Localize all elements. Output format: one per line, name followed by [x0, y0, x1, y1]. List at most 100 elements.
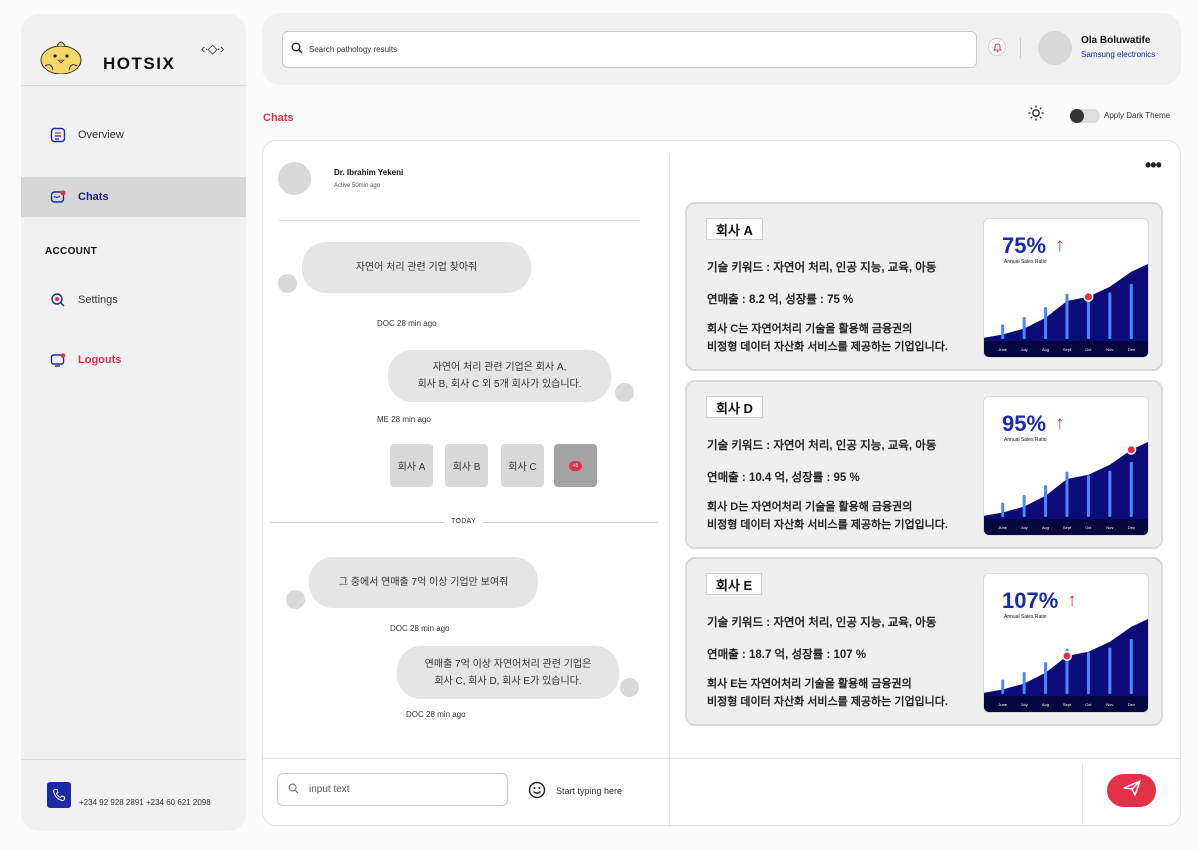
- message-avatar-dot: [286, 590, 305, 609]
- logo-row: HOTSIX ‹·◇·›: [21, 14, 246, 86]
- chart-month-label: July: [1021, 347, 1028, 352]
- chart-month-label: June: [998, 702, 1007, 707]
- top-bar: Ola Boluwatife Samsung electronics: [262, 13, 1181, 85]
- chart-month-label: Aug: [1042, 347, 1049, 352]
- chart-bar: [1065, 471, 1069, 517]
- chart-bar: [1129, 283, 1133, 339]
- chart-bar: [1129, 638, 1133, 694]
- card-description-line: 비정형 데이터 자산화 서비스를 제공하는 기업입니다.: [707, 696, 948, 708]
- sidebar-item-overview[interactable]: Overview: [21, 115, 246, 155]
- growth-percent: 95% ↑: [1002, 411, 1065, 437]
- message-text: 회사 C, 회사 D, 회사 E가 있습니다.: [434, 675, 582, 687]
- chart-bar: [1022, 316, 1026, 339]
- more-options-icon[interactable]: •••: [1145, 155, 1162, 176]
- search-bar[interactable]: [282, 31, 977, 68]
- company-card-d[interactable]: 회사 D 기술 키워드 : 자연어 처리, 인공 지능, 교육, 아동 연매출 …: [685, 380, 1163, 549]
- phone-icon: [47, 782, 71, 808]
- message-meta: ME 28 min ago: [377, 415, 431, 424]
- search-input[interactable]: [309, 45, 909, 54]
- message-bubble: 자연어 처리 관련 기업 찾아줘: [302, 242, 531, 293]
- growth-percent-value: 107%: [1002, 588, 1059, 613]
- message-input[interactable]: [309, 784, 489, 795]
- company-button-c[interactable]: 회사 C: [501, 444, 544, 487]
- chart-month-label: Dec: [1128, 347, 1135, 352]
- contact-avatar[interactable]: [278, 162, 311, 195]
- chart-bar: [1108, 470, 1112, 517]
- panel-divider: [669, 153, 670, 827]
- message-input-box[interactable]: [277, 773, 508, 806]
- message-text: 자연어 처리 관련 기업은 회사 A,: [432, 362, 567, 373]
- company-card-a[interactable]: 회사 A 기술 키워드 : 자연어 처리, 인공 지능, 교육, 아동 연매출 …: [685, 202, 1163, 371]
- message-meta: DOC 28 min ago: [390, 624, 450, 633]
- sidebar-item-chats[interactable]: Chats: [21, 177, 246, 217]
- sidebar-item-label: Overview: [78, 129, 124, 141]
- chart-month-label: Nov: [1106, 702, 1113, 707]
- chart-bar: [1001, 679, 1005, 694]
- more-count-badge: +5: [569, 460, 582, 471]
- logout-icon: [50, 352, 66, 368]
- card-revenue: 연매출 : 18.7 억, 성장률 : 107 %: [707, 649, 867, 661]
- chart-bar: [1108, 647, 1112, 694]
- phone-numbers: +234 92 928 2891 +234 60 621 2098: [79, 798, 211, 807]
- sidebar-item-settings[interactable]: Settings: [21, 280, 246, 320]
- sun-icon: [1028, 105, 1044, 126]
- chart-label: Annual Sales Ratio: [1004, 614, 1047, 620]
- overview-icon: [50, 127, 66, 143]
- chick-logo-icon: [40, 41, 82, 74]
- chart-bar: [1022, 494, 1026, 517]
- composer-divider: [263, 758, 1180, 759]
- message-bubble: 자연어 처리 관련 기업은 회사 A, 회사 B, 회사 C 외 5개 회사가 …: [388, 350, 611, 402]
- search-icon: [291, 41, 303, 59]
- message-text: 회사 B, 회사 C 외 5개 회사가 있습니다.: [417, 379, 582, 390]
- chart-month-label: June: [998, 525, 1007, 530]
- card-description-line: 비정형 데이터 자산화 서비스를 제공하는 기업입니다.: [707, 341, 948, 353]
- header-divider: [1020, 38, 1021, 58]
- user-name: Ola Boluwatife: [1081, 35, 1151, 46]
- send-button[interactable]: [1107, 774, 1156, 807]
- sidebar-item-label: Logouts: [78, 354, 122, 366]
- card-revenue: 연매출 : 8.2 억, 성장률 : 75 %: [707, 294, 854, 306]
- chat-header-divider: [279, 220, 640, 221]
- chart-month-label: Sept: [1063, 702, 1072, 707]
- chart-month-label: Sept: [1063, 347, 1072, 352]
- card-description: 회사 D는 자연어처리 기술을 활용해 금융권의 비정형 데이터 자산화 서비스…: [707, 498, 948, 534]
- arrow-up-icon: ↑: [1055, 413, 1065, 434]
- collapse-sidebar-icon[interactable]: ‹·◇·›: [201, 41, 224, 57]
- emoji-icon[interactable]: [528, 781, 546, 801]
- company-button-a[interactable]: 회사 A: [390, 444, 433, 487]
- chart-marker-dot: [1084, 293, 1092, 301]
- chart-bar: [1044, 307, 1048, 339]
- chart-month-label: July: [1021, 702, 1028, 707]
- company-button-b[interactable]: 회사 B: [445, 444, 488, 487]
- chart-month-label: Sept: [1063, 525, 1072, 530]
- chart-bar: [1108, 292, 1112, 339]
- sidebar-item-logouts[interactable]: Logouts: [21, 340, 246, 380]
- message-bubble: 그 중에서 연매출 7억 이상 기업만 보여줘: [309, 557, 538, 608]
- send-divider: [1082, 763, 1083, 826]
- arrow-up-icon: ↑: [1067, 590, 1077, 611]
- dark-theme-label: Apply Dark Theme: [1104, 111, 1171, 120]
- growth-percent-value: 95%: [1002, 411, 1047, 436]
- chart-bar: [1086, 652, 1090, 694]
- today-label: TODAY: [451, 518, 476, 525]
- growth-percent: 75% ↑: [1002, 233, 1065, 259]
- message-meta: DOC 28 min ago: [377, 319, 437, 328]
- chart-month-label: June: [998, 347, 1007, 352]
- dark-theme-toggle[interactable]: [1070, 108, 1100, 123]
- contact-status: Active 50min ago: [334, 183, 381, 189]
- card-revenue: 연매출 : 10.4 억, 성장률 : 95 %: [707, 472, 860, 484]
- theme-toggle-row: Apply Dark Theme: [1028, 105, 1170, 126]
- chart-label: Annual Sales Ratio: [1004, 259, 1047, 265]
- user-avatar[interactable]: [1038, 31, 1072, 65]
- card-description-line: 회사 E는 자연어처리 기술을 활용해 금융권의: [707, 678, 912, 690]
- chart-bar: [1086, 475, 1090, 517]
- chart-marker-dot: [1063, 652, 1071, 660]
- message-avatar-dot: [620, 678, 639, 697]
- card-company-name: 회사 A: [706, 218, 763, 240]
- chart-bar: [1065, 293, 1069, 339]
- company-card-e[interactable]: 회사 E 기술 키워드 : 자연어 처리, 인공 지능, 교육, 아동 연매출 …: [685, 557, 1163, 726]
- notification-bell-icon[interactable]: [988, 38, 1006, 56]
- chart-bar: [1086, 297, 1090, 339]
- more-companies-button[interactable]: +5: [554, 444, 597, 487]
- chart-month-label: Aug: [1042, 525, 1049, 530]
